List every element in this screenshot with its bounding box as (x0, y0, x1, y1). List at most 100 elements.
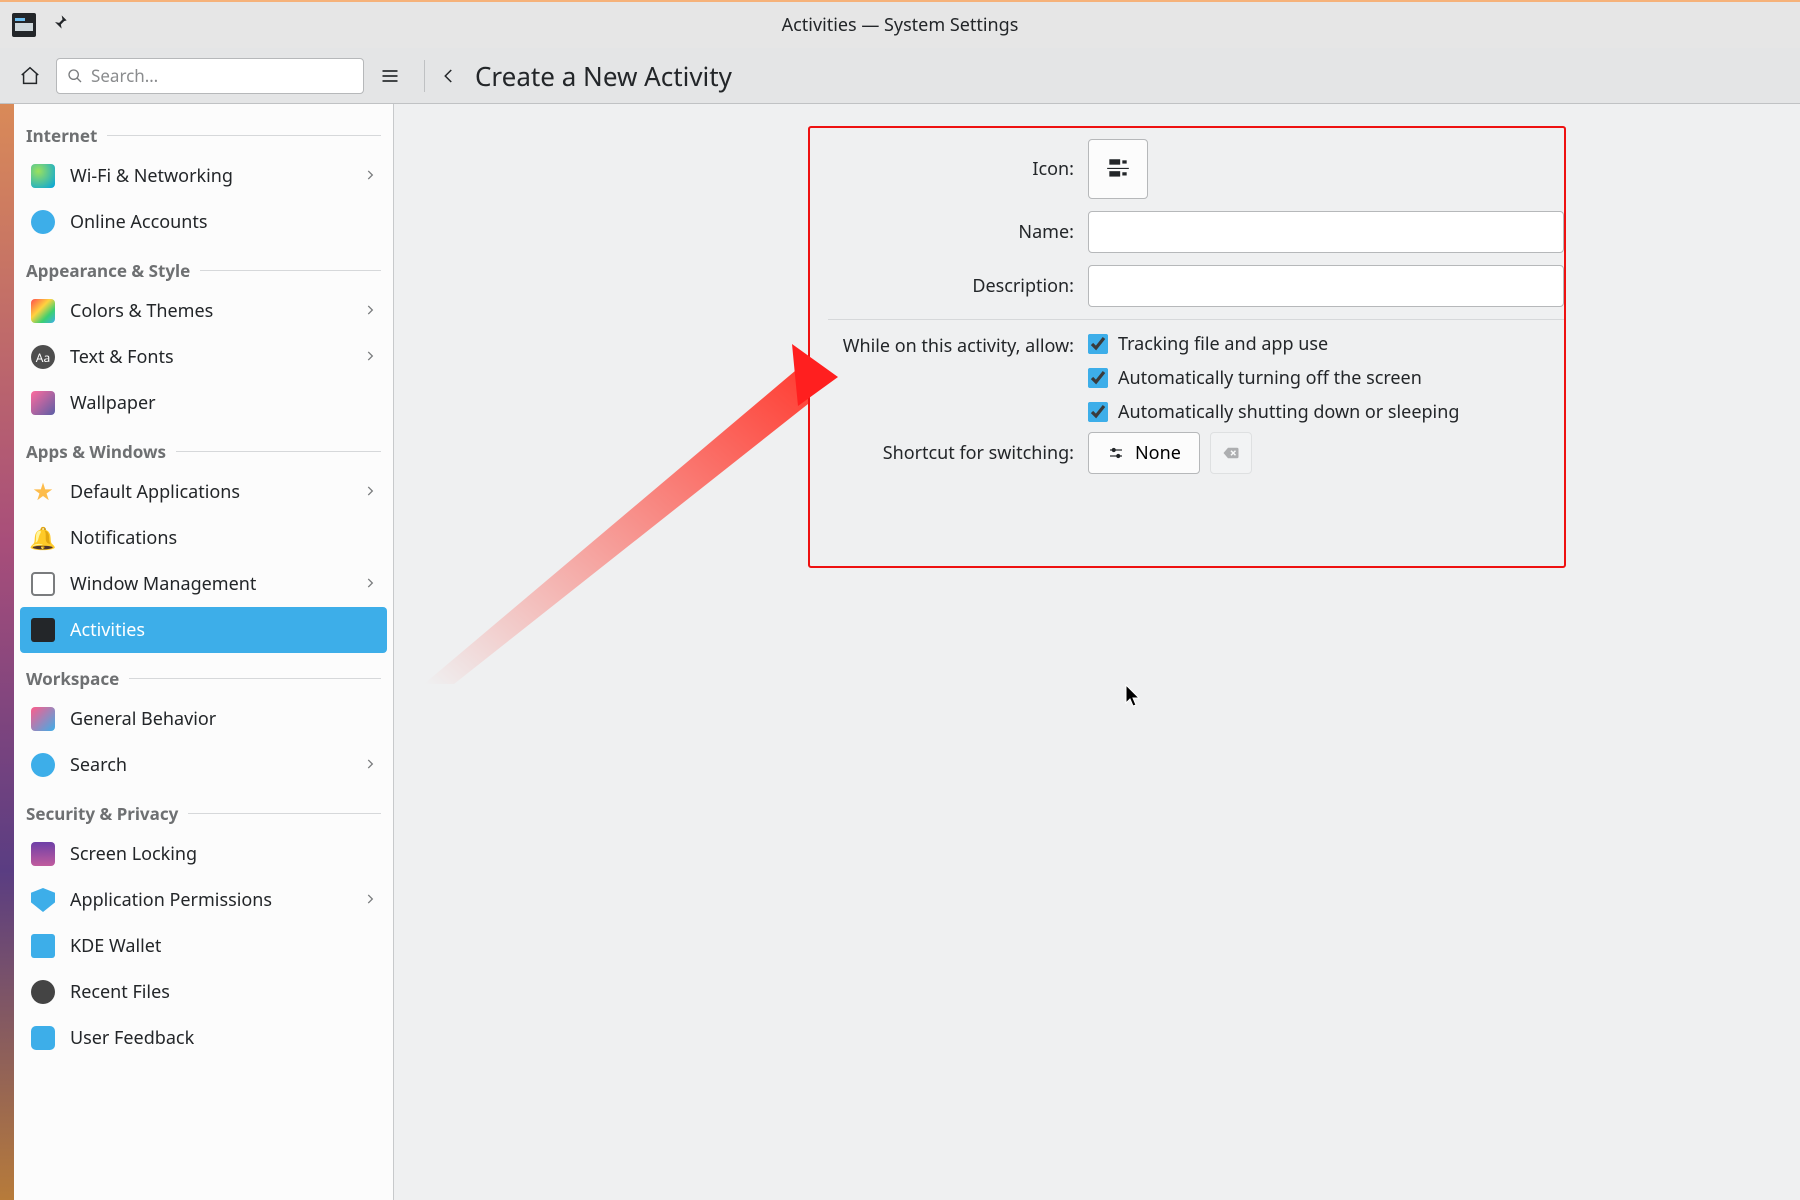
clear-shortcut-button[interactable] (1210, 432, 1252, 474)
shortcut-value: None (1135, 441, 1181, 465)
back-button[interactable] (433, 60, 465, 92)
description-label: Description: (828, 274, 1088, 298)
sidebar-item-default-applications[interactable]: ★ Default Applications (20, 469, 387, 515)
window-title: Activities — System Settings (0, 13, 1800, 37)
search-icon (67, 68, 83, 84)
sidebar-item-label: Application Permissions (70, 888, 349, 912)
menu-button[interactable] (374, 60, 406, 92)
sidebar-item-label: Search (70, 753, 349, 777)
chevron-right-icon (363, 572, 377, 596)
sidebar-category-header: Appearance & Style (20, 251, 387, 288)
desktop-edge (0, 104, 14, 1200)
screenoff-checkbox[interactable] (1088, 368, 1108, 388)
tracking-checkbox[interactable] (1088, 334, 1108, 354)
font-icon: Aa (30, 344, 56, 370)
sidebar-item-label: Wallpaper (70, 391, 377, 415)
cloud-icon (30, 209, 56, 235)
globe-icon (30, 163, 56, 189)
sidebar-item-recent-files[interactable]: Recent Files (20, 969, 387, 1015)
sidebar-item-label: Wi-Fi & Networking (70, 164, 349, 188)
search-box[interactable] (56, 58, 364, 94)
screenoff-checkbox-label: Automatically turning off the screen (1118, 366, 1422, 390)
allow-label: While on this activity, allow: (828, 332, 1088, 358)
chevron-right-icon (363, 480, 377, 504)
clock-icon (30, 979, 56, 1005)
sidebar-item-wi-fi-networking[interactable]: Wi-Fi & Networking (20, 153, 387, 199)
sidebar-item-general-behavior[interactable]: General Behavior (20, 696, 387, 742)
sidebar-item-search[interactable]: Search (20, 742, 387, 788)
shield-icon (30, 887, 56, 913)
wallpaper-icon (30, 390, 56, 416)
sidebar-item-label: Window Management (70, 572, 349, 596)
icon-label: Icon: (828, 157, 1088, 181)
toolbar: Create a New Activity (0, 48, 1800, 104)
sidebar-item-notifications[interactable]: 🔔Notifications (20, 515, 387, 561)
search-icon (30, 752, 56, 778)
toolbar-separator (424, 60, 425, 92)
shortcut-button[interactable]: None (1088, 432, 1200, 474)
sidebar-item-colors-themes[interactable]: Colors & Themes (20, 288, 387, 334)
pin-icon[interactable] (50, 12, 70, 38)
star-icon: ★ (30, 479, 56, 505)
palette-icon (30, 298, 56, 324)
sidebar-item-label: Recent Files (70, 980, 377, 1004)
sidebar-item-label: KDE Wallet (70, 934, 377, 958)
sidebar-item-window-management[interactable]: Window Management (20, 561, 387, 607)
sidebar-item-label: Online Accounts (70, 210, 377, 234)
screenoff-checkbox-row[interactable]: Automatically turning off the screen (1088, 366, 1459, 390)
sidebar-item-screen-locking[interactable]: Screen Locking (20, 831, 387, 877)
chevron-right-icon (363, 164, 377, 188)
activities-icon (30, 617, 56, 643)
sidebar-item-activities[interactable]: Activities (20, 607, 387, 653)
shutdown-checkbox-label: Automatically shutting down or sleeping (1118, 400, 1459, 424)
sidebar-category-header: Security & Privacy (20, 794, 387, 831)
sidebar-item-label: General Behavior (70, 707, 377, 731)
sidebar-category-title: Apps & Windows (26, 440, 166, 463)
sidebar-item-online-accounts[interactable]: Online Accounts (20, 199, 387, 245)
chevron-right-icon (363, 888, 377, 912)
sidebar-item-text-fonts[interactable]: Aa Text & Fonts (20, 334, 387, 380)
name-input[interactable] (1088, 211, 1564, 253)
sidebar-item-label: Screen Locking (70, 842, 377, 866)
search-input[interactable] (91, 64, 353, 87)
description-input[interactable] (1088, 265, 1564, 307)
sidebar-category-header: Internet (20, 116, 387, 153)
page-title: Create a New Activity (475, 58, 732, 94)
home-button[interactable] (14, 60, 46, 92)
sidebar-category-title: Workspace (26, 667, 119, 690)
sidebar-category-title: Security & Privacy (26, 802, 178, 825)
sidebar-item-user-feedback[interactable]: User Feedback (20, 1015, 387, 1061)
name-label: Name: (828, 220, 1088, 244)
shutdown-checkbox[interactable] (1088, 402, 1108, 422)
sidebar-item-kde-wallet[interactable]: KDE Wallet (20, 923, 387, 969)
chevron-right-icon (363, 345, 377, 369)
app-icon (12, 13, 36, 37)
sidebar-item-label: Activities (70, 618, 377, 642)
shutdown-checkbox-row[interactable]: Automatically shutting down or sleeping (1088, 400, 1459, 424)
lock-icon (30, 841, 56, 867)
form-separator (828, 319, 1564, 320)
feedback-icon (30, 1025, 56, 1051)
bell-icon: 🔔 (30, 525, 56, 551)
chevron-right-icon (363, 299, 377, 323)
wallet-icon (30, 933, 56, 959)
tracking-checkbox-label: Tracking file and app use (1118, 332, 1328, 356)
sidebar[interactable]: Internet Wi-Fi & Networking Online Account… (14, 104, 394, 1200)
activity-form: Icon: Name: Description: While on this a… (828, 139, 1564, 486)
main-panel: Icon: Name: Description: While on this a… (394, 104, 1800, 1200)
sidebar-item-application-permissions[interactable]: Application Permissions (20, 877, 387, 923)
sidebar-item-wallpaper[interactable]: Wallpaper (20, 380, 387, 426)
behavior-icon (30, 706, 56, 732)
sidebar-category-header: Apps & Windows (20, 432, 387, 469)
shortcut-label: Shortcut for switching: (828, 441, 1088, 465)
mouse-cursor (1125, 684, 1143, 708)
sidebar-item-label: User Feedback (70, 1026, 377, 1050)
sidebar-item-label: Default Applications (70, 480, 349, 504)
icon-picker-button[interactable] (1088, 139, 1148, 199)
sidebar-item-label: Colors & Themes (70, 299, 349, 323)
tracking-checkbox-row[interactable]: Tracking file and app use (1088, 332, 1459, 356)
sidebar-category-title: Internet (26, 124, 97, 147)
sidebar-item-label: Text & Fonts (70, 345, 349, 369)
window-icon (30, 571, 56, 597)
sidebar-category-header: Workspace (20, 659, 387, 696)
